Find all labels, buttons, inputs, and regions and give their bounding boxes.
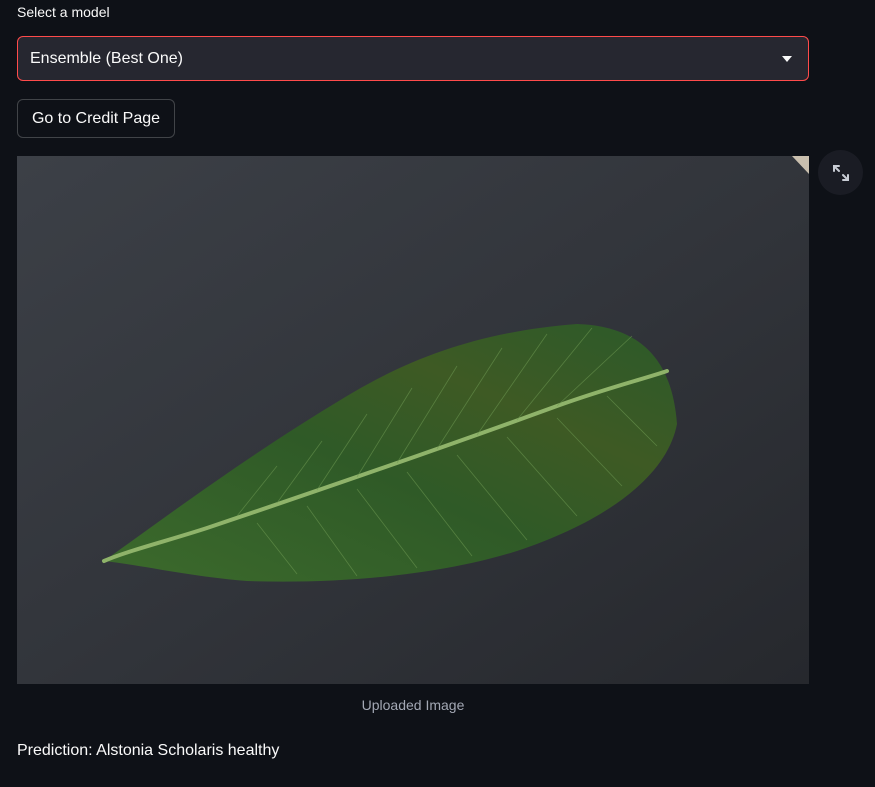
- leaf-photo: [17, 156, 809, 684]
- model-select-label: Select a model: [17, 4, 110, 20]
- credit-page-button[interactable]: Go to Credit Page: [17, 99, 175, 138]
- uploaded-image: [17, 156, 809, 684]
- prediction-text: Prediction: Alstonia Scholaris healthy: [17, 742, 280, 759]
- model-select-value: Ensemble (Best One): [30, 49, 183, 67]
- app-main: Select a model Ensemble (Best One) Go to…: [0, 0, 875, 787]
- expand-icon: [832, 164, 849, 181]
- image-caption: Uploaded Image: [361, 697, 465, 713]
- chevron-down-icon[interactable]: [782, 56, 792, 62]
- fullscreen-button[interactable]: [818, 150, 863, 195]
- model-select[interactable]: Ensemble (Best One): [17, 36, 809, 81]
